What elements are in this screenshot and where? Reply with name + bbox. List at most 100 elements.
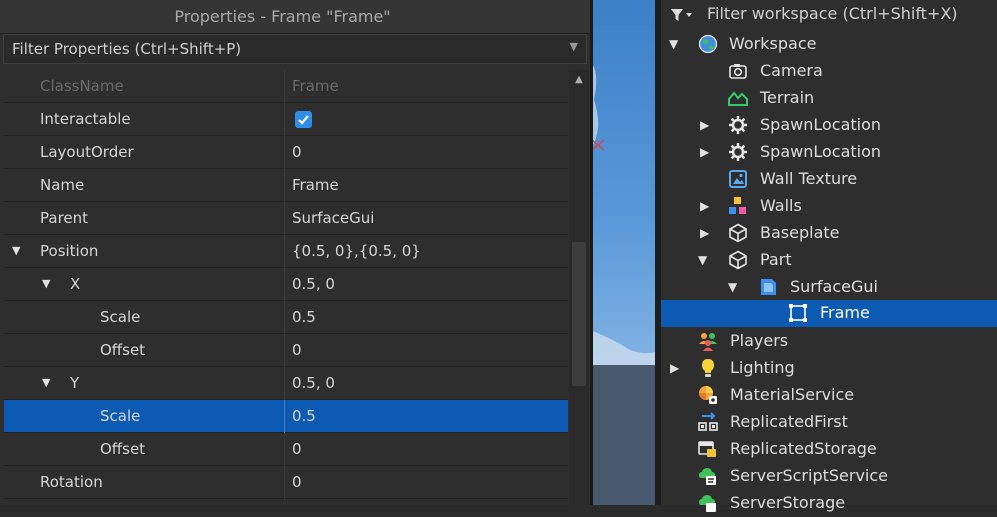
explorer-item-camera[interactable]: Camera xyxy=(661,58,997,85)
property-value[interactable]: {0.5, 0},{0.5, 0} xyxy=(292,242,421,260)
checkmark-icon xyxy=(298,115,309,125)
property-value[interactable]: 0.5, 0 xyxy=(292,374,335,392)
explorer-item-wall-texture[interactable]: Wall Texture xyxy=(661,166,997,193)
panel-divider[interactable] xyxy=(590,0,593,505)
expand-arrow-icon[interactable]: ▶ xyxy=(700,118,709,132)
explorer-item-lighting[interactable]: ▶ Lighting xyxy=(661,355,997,382)
property-name: Scale xyxy=(100,407,141,425)
filter-workspace-input[interactable]: Filter workspace (Ctrl+Shift+X) xyxy=(661,0,997,30)
explorer-item-terrain[interactable]: Terrain xyxy=(661,85,997,112)
property-row-position-x[interactable]: ▼ X 0.5, 0 xyxy=(4,268,568,301)
explorer-item-walls[interactable]: ▶ Walls xyxy=(661,193,997,220)
column-divider xyxy=(284,136,285,169)
replicatedstorage-icon xyxy=(698,441,716,457)
explorer-item-spawnlocation[interactable]: ▶ SpawnLocation xyxy=(661,112,997,139)
expand-arrow-icon[interactable]: ▶ xyxy=(700,226,709,240)
spawn-icon xyxy=(729,116,747,134)
property-value[interactable]: 0.5, 0 xyxy=(292,275,335,293)
property-value[interactable]: 0 xyxy=(292,473,302,491)
property-value[interactable]: 0.5 xyxy=(292,407,316,425)
filter-properties-placeholder: Filter Properties (Ctrl+Shift+P) xyxy=(12,40,242,58)
property-row-position[interactable]: ▼ Position {0.5, 0},{0.5, 0} xyxy=(4,235,568,268)
property-value[interactable]: 0.5 xyxy=(292,308,316,326)
column-divider xyxy=(284,268,285,301)
explorer-item-label: ServerScriptService xyxy=(730,466,889,485)
property-value[interactable]: 0 xyxy=(292,341,302,359)
property-row-rotation[interactable]: Rotation 0 xyxy=(4,466,568,499)
explorer-item-label: SpawnLocation xyxy=(760,142,882,161)
explorer-item-label: Walls xyxy=(760,196,802,215)
property-name: Offset xyxy=(100,341,146,359)
explorer-item-frame[interactable]: Frame xyxy=(661,300,997,327)
expand-triangle-icon[interactable]: ▼ xyxy=(12,244,20,257)
property-row-interactable[interactable]: Interactable xyxy=(4,103,568,136)
property-name: Rotation xyxy=(40,473,103,491)
scroll-up-icon[interactable]: ▲ xyxy=(572,74,586,88)
property-value[interactable]: Frame xyxy=(292,176,339,194)
explorer-item-label: MaterialService xyxy=(730,385,855,404)
lighting-icon xyxy=(702,359,714,377)
chevron-down-icon[interactable]: ▼ xyxy=(570,40,578,53)
explorer-item-part[interactable]: ▼ Part xyxy=(661,247,997,274)
property-value[interactable]: 0 xyxy=(292,143,302,161)
property-row-y-scale[interactable]: Scale 0.5 xyxy=(4,400,568,433)
expand-triangle-icon[interactable]: ▼ xyxy=(42,277,50,290)
column-divider xyxy=(284,400,285,433)
column-divider xyxy=(284,235,285,268)
filter-workspace-placeholder: Filter workspace (Ctrl+Shift+X) xyxy=(707,4,958,23)
column-divider xyxy=(284,334,285,367)
scrollbar-thumb[interactable] xyxy=(572,242,586,386)
property-name: Interactable xyxy=(40,110,131,128)
model-icon xyxy=(729,197,746,214)
explorer-item-replicatedstorage[interactable]: ReplicatedStorage xyxy=(661,436,997,463)
explorer-item-label: ReplicatedStorage xyxy=(730,439,877,458)
materialservice-icon xyxy=(699,386,717,404)
expand-triangle-icon[interactable]: ▼ xyxy=(42,376,50,389)
collapse-arrow-icon[interactable]: ▼ xyxy=(698,253,707,267)
property-row-y-offset[interactable]: Offset 0 xyxy=(4,433,568,466)
column-divider xyxy=(284,301,285,334)
explorer-item-workspace[interactable]: ▼ Workspace xyxy=(661,31,997,58)
property-name: X xyxy=(70,275,81,293)
explorer-item-players[interactable]: Players xyxy=(661,328,997,355)
expand-arrow-icon[interactable]: ▶ xyxy=(700,199,709,213)
property-row-x-scale[interactable]: Scale 0.5 xyxy=(4,301,568,334)
explorer-item-label: ServerStorage xyxy=(730,493,846,512)
property-row-position-y[interactable]: ▼ Y 0.5, 0 xyxy=(4,367,568,400)
explorer-item-baseplate[interactable]: ▶ Baseplate xyxy=(661,220,997,247)
explorer-item-serverstorage[interactable]: ServerStorage xyxy=(661,490,997,517)
property-name: Scale xyxy=(100,308,141,326)
properties-title: Properties - Frame "Frame" xyxy=(174,7,391,26)
explorer-item-surfacegui[interactable]: ▼ SurfaceGui xyxy=(661,274,997,301)
property-row-name[interactable]: Name Frame xyxy=(4,169,568,202)
interactable-checkbox[interactable] xyxy=(295,111,312,128)
expand-arrow-icon[interactable]: ▶ xyxy=(700,145,709,159)
collapse-arrow-icon[interactable]: ▼ xyxy=(669,37,678,51)
explorer-item-spawnlocation[interactable]: ▶ SpawnLocation xyxy=(661,139,997,166)
property-value[interactable]: 0 xyxy=(292,440,302,458)
property-row-layoutorder[interactable]: LayoutOrder 0 xyxy=(4,136,568,169)
explorer-item-label: Players xyxy=(730,331,789,350)
filter-properties-input[interactable]: Filter Properties (Ctrl+Shift+P) ▼ xyxy=(3,34,587,64)
terrain-icon xyxy=(728,91,748,106)
column-divider xyxy=(284,367,285,400)
property-row-parent[interactable]: Parent SurfaceGui xyxy=(4,202,568,235)
collapse-arrow-icon[interactable]: ▼ xyxy=(728,280,737,294)
camera-icon xyxy=(729,64,747,79)
explorer-item-materialservice[interactable]: MaterialService xyxy=(661,382,997,409)
property-name: Parent xyxy=(40,209,89,227)
serverstorage-icon xyxy=(699,495,716,512)
property-row-x-offset[interactable]: Offset 0 xyxy=(4,334,568,367)
explorer-item-label: Workspace xyxy=(729,34,817,53)
part-icon xyxy=(729,250,747,270)
property-name: LayoutOrder xyxy=(40,143,134,161)
explorer-item-serverscriptservice[interactable]: ServerScriptService xyxy=(661,463,997,490)
3d-viewport[interactable] xyxy=(590,0,656,505)
property-value[interactable]: SurfaceGui xyxy=(292,209,374,227)
filter-icon[interactable] xyxy=(671,8,695,22)
explorer-item-replicatedfirst[interactable]: ReplicatedFirst xyxy=(661,409,997,436)
replicatedfirst-icon xyxy=(698,412,718,431)
expand-arrow-icon[interactable]: ▶ xyxy=(670,361,679,375)
explorer-item-label: SurfaceGui xyxy=(790,277,878,296)
explorer-item-label: Camera xyxy=(760,61,823,80)
